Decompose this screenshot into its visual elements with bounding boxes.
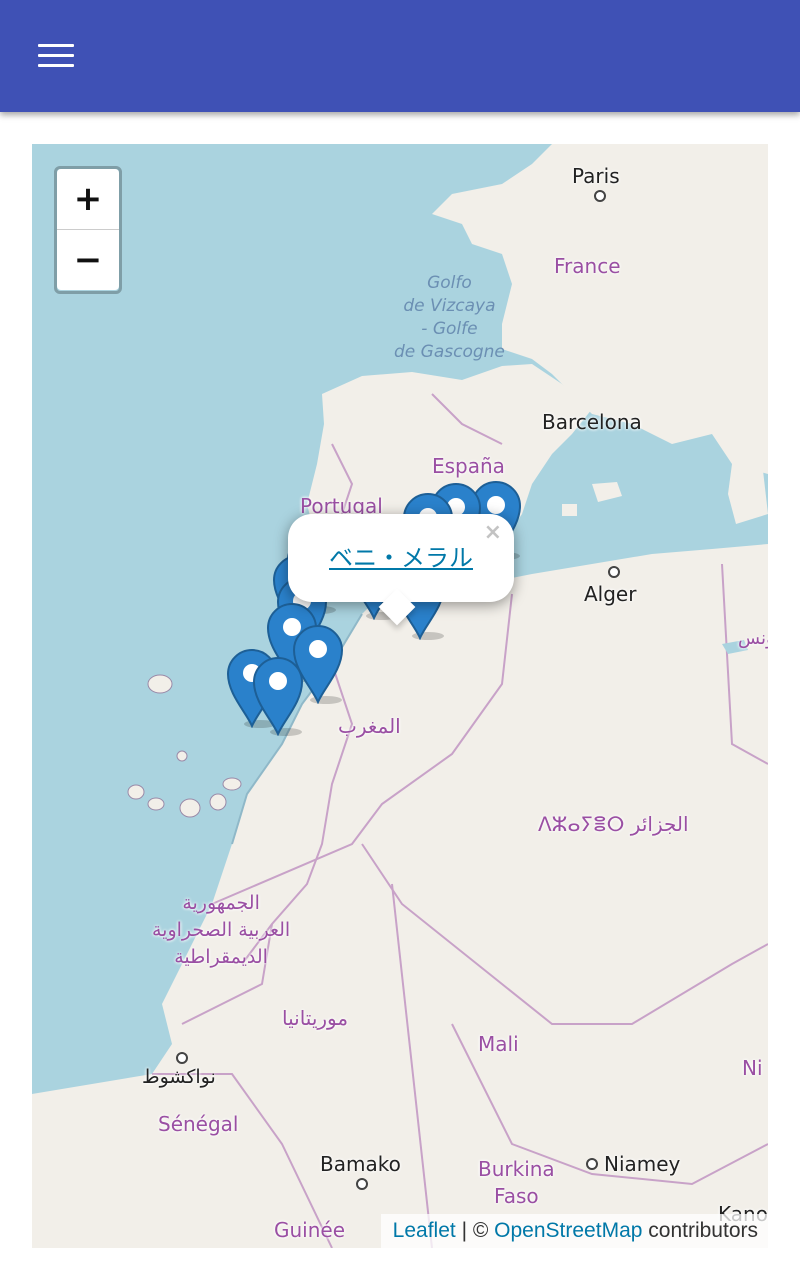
map-attribution: Leaflet | © OpenStreetMap contributors <box>380 1214 768 1248</box>
label-burkina: Burkina Faso <box>478 1157 555 1208</box>
label-gulf: Golfo de Vizcaya - Golfe de Gascogne <box>394 273 505 362</box>
label-western-sahara: الجمهورية العربية الصحراوية الديمقراطية <box>152 892 291 968</box>
label-alger: Alger <box>584 582 637 606</box>
capital-dot <box>176 1052 188 1064</box>
marker-popup: ベニ・メラル × <box>288 514 514 626</box>
label-algeria: ⴷⵣⴰⵢⴻⵔ الجزائر <box>538 812 689 836</box>
label-bamako: Bamako <box>320 1152 401 1176</box>
label-mauritania: موريتانيا <box>282 1006 349 1030</box>
label-tunisia: تونس <box>738 628 768 649</box>
zoom-control: + − <box>54 166 122 294</box>
label-barcelona: Barcelona <box>542 410 642 434</box>
popup-place-link[interactable]: ベニ・メラル <box>288 538 514 573</box>
app-bar <box>0 0 800 112</box>
attribution-separator: | © <box>455 1219 495 1242</box>
label-guinee: Guinée <box>274 1218 346 1242</box>
label-mali: Mali <box>478 1032 519 1056</box>
label-paris: Paris <box>572 164 620 188</box>
zoom-out-button[interactable]: − <box>57 230 119 290</box>
map[interactable]: + − Paris France Golfo de Vizcaya - Golf… <box>32 144 768 1248</box>
zoom-in-button[interactable]: + <box>57 169 119 230</box>
popup-close-button[interactable]: × <box>484 520 502 545</box>
label-morocco-arabic: المغرب <box>338 714 401 738</box>
label-niamey: Niamey <box>604 1152 681 1176</box>
leaflet-link[interactable]: Leaflet <box>393 1219 456 1242</box>
capital-dot <box>594 190 606 202</box>
capital-dot <box>586 1158 598 1170</box>
map-marker-icon[interactable] <box>252 656 304 736</box>
label-france: France <box>554 254 621 278</box>
label-nouakchott: نواكشوط <box>142 1066 216 1088</box>
label-espana: España <box>432 454 505 478</box>
capital-dot <box>608 566 620 578</box>
openstreetmap-link[interactable]: OpenStreetMap <box>494 1219 642 1242</box>
capital-dot <box>356 1178 368 1190</box>
attribution-suffix: contributors <box>642 1219 758 1242</box>
label-senegal: Sénégal <box>158 1112 239 1136</box>
label-niger: Ni <box>742 1056 763 1080</box>
hamburger-menu-icon[interactable] <box>34 38 78 74</box>
